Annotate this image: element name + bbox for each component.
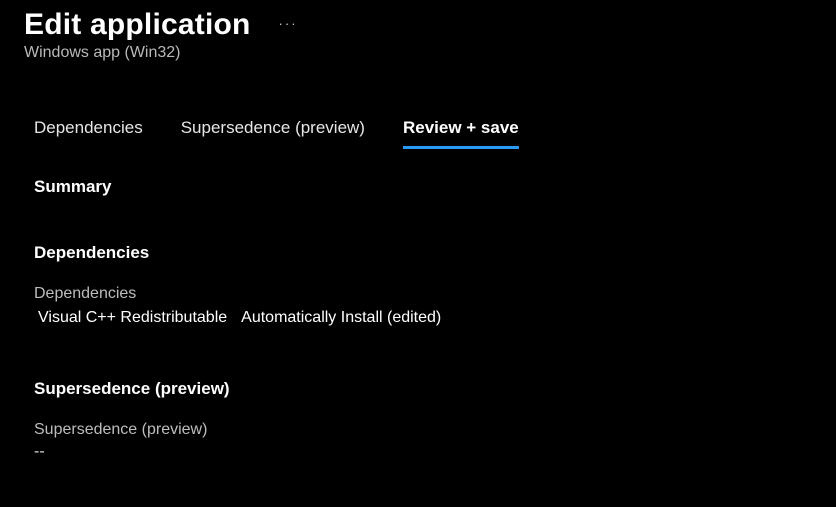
dependency-action: Automatically Install (edited) <box>241 309 441 327</box>
dependencies-label: Dependencies <box>24 285 812 303</box>
dependencies-row: Visual C++ Redistributable Automatically… <box>24 309 812 327</box>
supersedence-heading: Supersedence (preview) <box>24 379 812 399</box>
summary-heading: Summary <box>24 177 812 197</box>
tab-dependencies[interactable]: Dependencies <box>34 118 143 149</box>
tab-review-save[interactable]: Review + save <box>403 118 519 149</box>
supersedence-label: Supersedence (preview) <box>24 421 812 439</box>
dependencies-heading: Dependencies <box>24 243 812 263</box>
page-subtitle: Windows app (Win32) <box>24 44 812 62</box>
page-title: Edit application <box>24 8 251 42</box>
more-icon[interactable]: ··· <box>279 16 298 31</box>
tab-supersedence[interactable]: Supersedence (preview) <box>181 118 365 149</box>
supersedence-value: -- <box>24 443 812 461</box>
dependency-name: Visual C++ Redistributable <box>38 309 227 327</box>
tabs-bar: Dependencies Supersedence (preview) Revi… <box>24 118 812 149</box>
